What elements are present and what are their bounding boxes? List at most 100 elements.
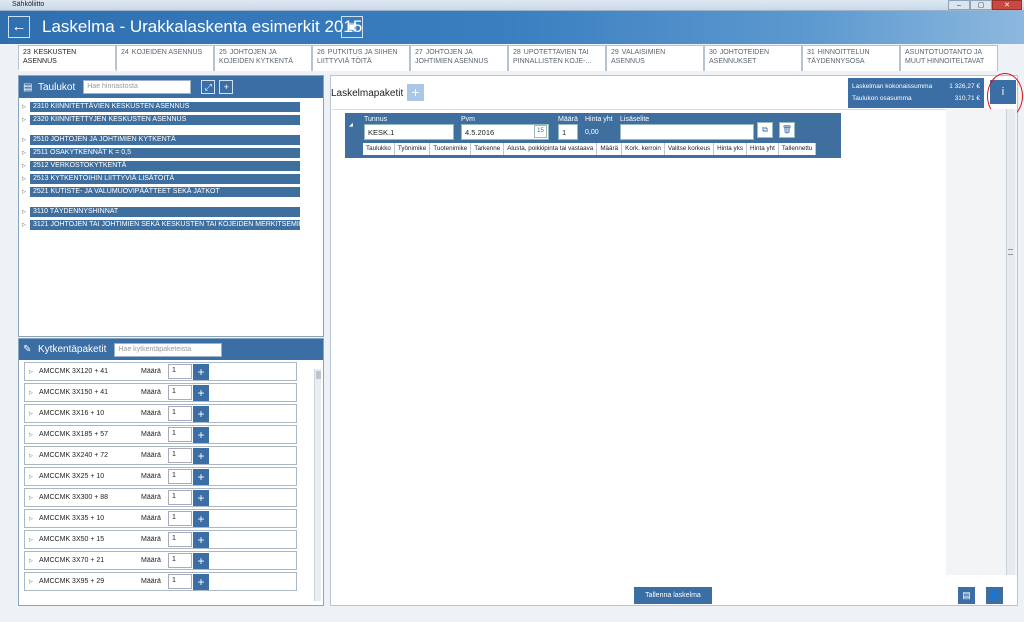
taulukko-item[interactable]: ▷ 2310 KIINNITETTÄVIEN KESKUSTEN ASENNUS (22, 101, 323, 112)
scroll-track[interactable] (1006, 109, 1015, 575)
quantity-input[interactable]: 1 (168, 427, 192, 442)
add-table-icon[interactable]: + (219, 80, 234, 94)
expand-arrow-icon[interactable]: ▷ (22, 176, 30, 182)
kytkentapaketti-row[interactable]: ▷ AMCCMK 3X25 + 10 Määrä 1 + (24, 467, 297, 486)
tab-25[interactable]: 25 JOHTOJEN JA KOJEIDEN KYTKENTÄ (214, 45, 312, 71)
expand-arrow-icon[interactable]: ▷ (22, 163, 30, 169)
expand-arrow-icon[interactable]: ▷ (22, 189, 30, 195)
scroll-thumb[interactable] (316, 371, 321, 379)
add-icon[interactable]: + (193, 384, 209, 401)
add-icon[interactable]: + (193, 468, 209, 485)
taulukko-item[interactable]: ▷ 3121 JOHTOJEN TAI JOHTIMIEN SEKÄ KESKUS… (22, 219, 323, 230)
kytkentapaketit-scrollbar[interactable] (314, 369, 321, 601)
copy-icon[interactable]: ⧉ (757, 122, 773, 138)
kytkentapaketti-row[interactable]: ▷ AMCCMK 3X240 + 72 Määrä 1 + (24, 446, 297, 465)
quantity-input[interactable]: 1 (168, 406, 192, 421)
expand-arrow-icon[interactable]: ▷ (22, 209, 30, 215)
expand-arrow-icon[interactable]: ▷ (22, 222, 30, 228)
kytkentapaketit-search-input[interactable]: Hae kytkentäpaketeista (114, 342, 223, 357)
tab-asuntotuotanto[interactable]: ASUNTOTUOTANTO JA MUUT HINNOITELTAVAT (900, 45, 998, 71)
kytkentapaketti-row[interactable]: ▷ AMCCMK 3X150 + 41 Määrä 1 + (24, 383, 297, 402)
tab-30[interactable]: 30 JOHTOTEIDEN ASENNUKSET (704, 45, 802, 71)
add-icon[interactable]: + (193, 531, 209, 548)
quantity-input[interactable]: 1 (168, 448, 192, 463)
kytkentapaketti-row[interactable]: ▷ AMCCMK 3X120 + 41 Määrä 1 + (24, 362, 297, 381)
kytkentapaketti-row[interactable]: ▷ AMCCMK 3X95 + 29 Määrä 1 + (24, 572, 297, 591)
user-icon[interactable]: 👤 (986, 587, 1003, 604)
tab-26[interactable]: 26 PUTKITUS JA SIIHEN LIITTYVIÄ TÖITÄ (312, 45, 410, 71)
add-icon[interactable]: + (193, 447, 209, 464)
quantity-input[interactable]: 1 (168, 469, 192, 484)
expand-arrow-icon[interactable]: ▷ (29, 516, 39, 522)
kytkentapaketti-row[interactable]: ▷ AMCCMK 3X35 + 10 Määrä 1 + (24, 509, 297, 528)
expand-arrow-icon[interactable]: ▷ (29, 537, 39, 543)
add-icon[interactable]: + (193, 552, 209, 569)
expand-arrow-icon[interactable]: ▷ (29, 453, 39, 459)
expand-icon[interactable]: ⤢ (201, 80, 216, 94)
quantity-input[interactable]: 1 (168, 364, 192, 379)
kytkentapaketti-row[interactable]: ▷ AMCCMK 3X16 + 10 Määrä 1 + (24, 404, 297, 423)
taulukko-item[interactable]: ▷ 3110 TÄYDENNYSHINNAT (22, 206, 323, 217)
quantity-input[interactable]: 1 (168, 574, 192, 589)
tab-28[interactable]: 28 UPOTETTAVIEN TAI PINNALLISTEN KOJE-... (508, 45, 606, 71)
expand-arrow-icon[interactable]: ▷ (29, 579, 39, 585)
back-icon[interactable]: ← (8, 16, 30, 38)
taulukko-item[interactable]: ▷ 2521 KUTISTE- JA VALUMUOVIPÄÄTTEET SEKÄ… (22, 186, 323, 197)
save-icon[interactable]: ▣ (341, 16, 363, 38)
tab-label: VALAISIMIEN ASENNUS (611, 49, 666, 65)
lisaselite-input[interactable] (620, 124, 754, 140)
quantity-input[interactable]: 1 (168, 511, 192, 526)
add-icon[interactable]: + (193, 510, 209, 527)
quantity-input[interactable]: 1 (168, 553, 192, 568)
quantity-input[interactable]: 1 (168, 490, 192, 505)
scroll-grip[interactable] (1008, 249, 1013, 255)
expand-arrow-icon[interactable]: ▷ (29, 411, 39, 417)
maximize-icon[interactable]: ▢ (970, 0, 992, 10)
kytkentapaketti-row[interactable]: ▷ AMCCMK 3X70 + 21 Määrä 1 + (24, 551, 297, 570)
tunnus-input[interactable]: KESK.1 (364, 124, 454, 140)
minimize-icon[interactable]: – (948, 0, 970, 10)
quantity-input[interactable]: 1 (168, 385, 192, 400)
save-calculation-button[interactable]: Tallenna laskelma (634, 587, 712, 604)
add-icon[interactable]: + (193, 573, 209, 590)
close-icon[interactable]: ✕ (992, 0, 1022, 10)
taulukko-item[interactable]: ▷ 2320 KIINNITETTYJEN KESKUSTEN ASENNUS (22, 114, 323, 125)
add-packet-icon[interactable]: + (407, 84, 424, 101)
expand-arrow-icon[interactable]: ▷ (22, 104, 30, 110)
kytkentapaketti-row[interactable]: ▷ AMCCMK 3X50 + 15 Määrä 1 + (24, 530, 297, 549)
tab-27[interactable]: 27 JOHTOJEN JA JOHTIMIEN ASENNUS (410, 45, 508, 71)
taulukot-search-input[interactable]: Hae hinnastosta (83, 80, 192, 94)
maara-input[interactable]: 1 (558, 124, 578, 140)
package-name: AMCCMK 3X120 + 41 (39, 368, 109, 375)
calendar-icon[interactable]: 15 (534, 125, 547, 138)
workarea-scrollbar[interactable] (946, 109, 1017, 575)
expand-arrow-icon[interactable]: ▷ (29, 495, 39, 501)
tab-23[interactable]: 23 KESKUSTEN ASENNUS (18, 45, 116, 71)
taulukko-item[interactable]: ▷ 2513 KYTKENTÖIHIN LIITTYVIÄ LISÄTÖITÄ (22, 173, 323, 184)
expand-arrow-icon[interactable]: ▷ (22, 137, 30, 143)
kytkentapaketti-row[interactable]: ▷ AMCCMK 3X300 + 88 Määrä 1 + (24, 488, 297, 507)
expand-arrow-icon[interactable]: ▷ (29, 474, 39, 480)
tab-31[interactable]: 31 HINNOITTELUN TÄYDENNYSOSA (802, 45, 900, 71)
expand-arrow-icon[interactable]: ▷ (29, 390, 39, 396)
quantity-input[interactable]: 1 (168, 532, 192, 547)
tab-24[interactable]: 24 KOJEIDEN ASENNUS (116, 45, 214, 71)
add-icon[interactable]: + (193, 426, 209, 443)
add-icon[interactable]: + (193, 363, 209, 380)
taulukko-item[interactable]: ▷ 2512 VERKOSTOKYTKENTÄ (22, 160, 323, 171)
expand-arrow-icon[interactable]: ▷ (29, 432, 39, 438)
tab-29[interactable]: 29 VALAISIMIEN ASENNUS (606, 45, 704, 71)
expand-arrow-icon[interactable]: ▷ (29, 558, 39, 564)
add-icon[interactable]: + (193, 489, 209, 506)
calculator-icon[interactable]: ▤ (958, 587, 975, 604)
expand-arrow-icon[interactable]: ▷ (22, 150, 30, 156)
kytkentapaketti-row[interactable]: ▷ AMCCMK 3X185 + 57 Määrä 1 + (24, 425, 297, 444)
expand-arrow-icon[interactable]: ▷ (22, 117, 30, 123)
part-value: 310,71 € (954, 95, 980, 102)
delete-icon[interactable]: 🗑 (779, 122, 795, 138)
expand-arrow-icon[interactable]: ▷ (29, 369, 39, 375)
taulukko-item[interactable]: ▷ 2510 JOHTOJEN JA JOHTIMIEN KYTKENTÄ (22, 134, 323, 145)
taulukko-item[interactable]: ▷ 2511 OSAKYTKENNÄT k = 0,5 (22, 147, 323, 158)
add-icon[interactable]: + (193, 405, 209, 422)
collapse-icon[interactable]: ◢ (349, 122, 353, 128)
